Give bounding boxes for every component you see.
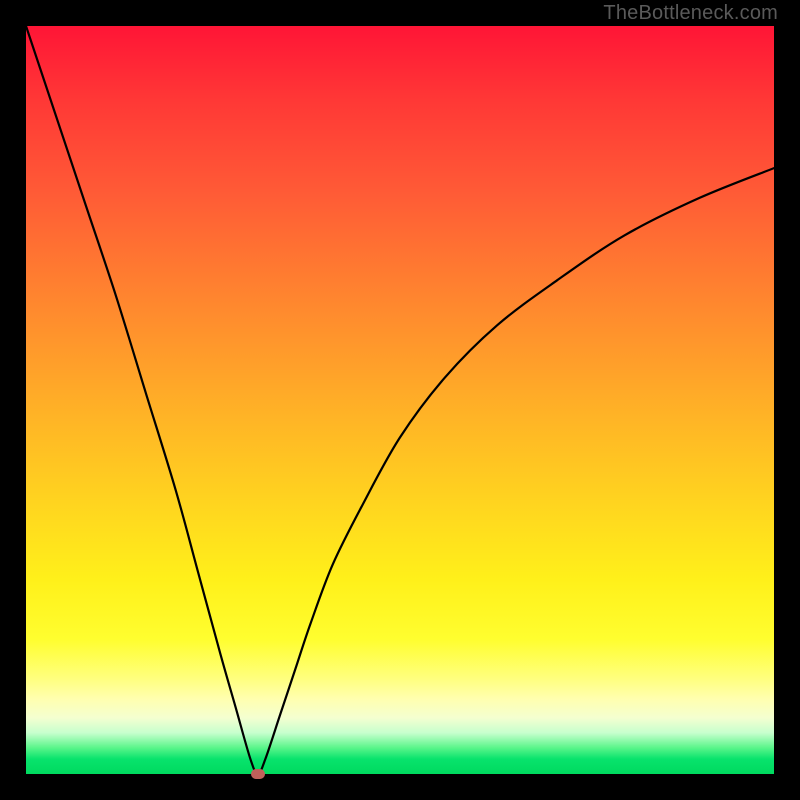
optimal-point-marker (251, 769, 265, 779)
watermark-text: TheBottleneck.com (603, 2, 778, 25)
bottleneck-curve (26, 26, 774, 774)
plot-area (26, 26, 774, 774)
chart-frame: TheBottleneck.com (0, 0, 800, 800)
